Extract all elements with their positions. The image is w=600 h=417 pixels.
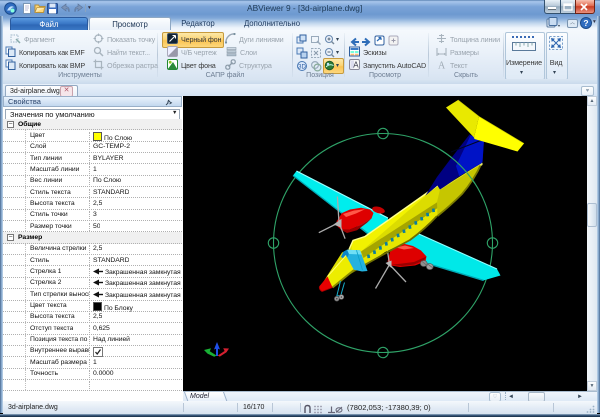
svg-text:?: ? — [583, 18, 588, 28]
svg-text:A: A — [438, 60, 446, 70]
svg-text:3D: 3D — [298, 65, 306, 71]
svg-text:A: A — [353, 60, 359, 69]
